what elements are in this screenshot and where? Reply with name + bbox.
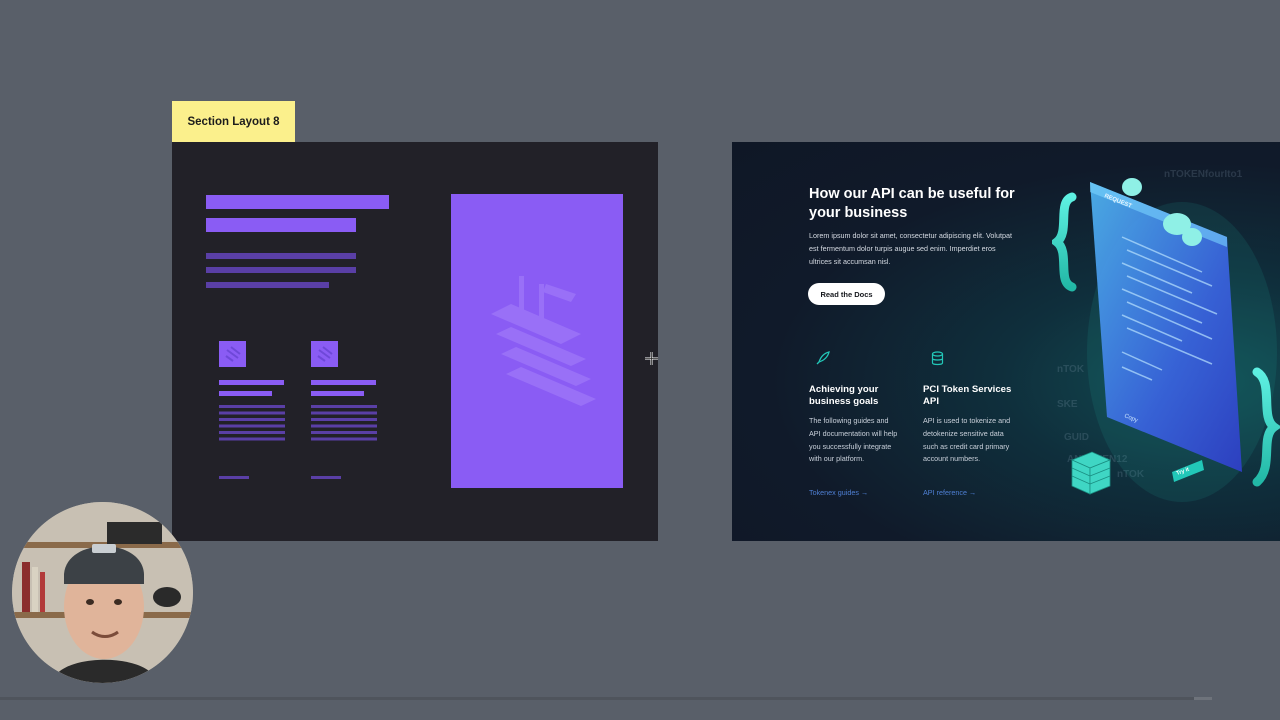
illustration-side-word-2: SKE xyxy=(1057,399,1078,410)
wireframe-feature-icon-1 xyxy=(219,341,246,367)
move-cursor-icon xyxy=(645,352,658,365)
webcam-overlay xyxy=(12,502,193,683)
wireframe-feature-text-1 xyxy=(219,405,285,443)
illustration-watermark: nTOKENfourIto1 xyxy=(1164,169,1243,180)
api-reference-link[interactable]: API reference → xyxy=(923,488,976,497)
api-section-description: Lorem ipsum dolor sit amet, consectetur … xyxy=(809,231,1012,266)
feature-title-business-goals: Achieving your business goals xyxy=(809,384,879,407)
design-preview-frame[interactable]: How our API can be useful for your busin… xyxy=(732,142,1280,541)
wireframe-text-line-3 xyxy=(206,282,329,288)
section-layout-label: Section Layout 8 xyxy=(172,101,295,142)
feature-body-pci-token: API is used to tokenize and detokenize s… xyxy=(923,416,1011,464)
wireframe-feature-title-1b xyxy=(219,391,272,396)
wireframe-hero-image xyxy=(451,194,623,488)
read-the-docs-button[interactable]: Read the Docs xyxy=(808,283,885,305)
wireframe-layout-frame[interactable] xyxy=(172,142,658,541)
api-illustration: nTOKENfourIto1 nTOK SKE GUID ANTOKEN12 n… xyxy=(1052,169,1280,502)
wireframe-feature-title-2a xyxy=(311,380,376,385)
rocket-icon xyxy=(816,351,830,365)
wireframe-feature-icon-2 xyxy=(311,341,338,367)
video-progress-bar[interactable] xyxy=(0,697,1212,700)
wireframe-feature-text-2 xyxy=(311,405,377,443)
wireframe-heading-line-2 xyxy=(206,218,356,232)
wireframe-feature-title-2b xyxy=(311,391,364,396)
illustration-side-word-3: GUID xyxy=(1064,432,1089,443)
api-section-title: How our API can be useful for your busin… xyxy=(809,186,1015,221)
illustration-side-word-1: nTOK xyxy=(1057,364,1085,375)
wireframe-feature-title-1a xyxy=(219,380,284,385)
wireframe-heading-line-1 xyxy=(206,195,389,209)
video-progress-fill xyxy=(0,697,1194,700)
tokenex-guides-link[interactable]: Tokenex guides → xyxy=(809,488,868,497)
wireframe-feature-link-2 xyxy=(311,476,341,479)
wireframe-text-line-1 xyxy=(206,253,356,259)
wireframe-text-line-2 xyxy=(206,267,356,273)
presenter-avatar xyxy=(12,502,193,683)
wireframe-hero-graphic xyxy=(491,276,596,406)
feature-body-business-goals: The following guides and API documentati… xyxy=(809,416,898,464)
wireframe-feature-link-1 xyxy=(219,476,249,479)
feature-title-pci-token: PCI Token Services API xyxy=(923,384,1012,407)
database-icon xyxy=(931,351,944,366)
